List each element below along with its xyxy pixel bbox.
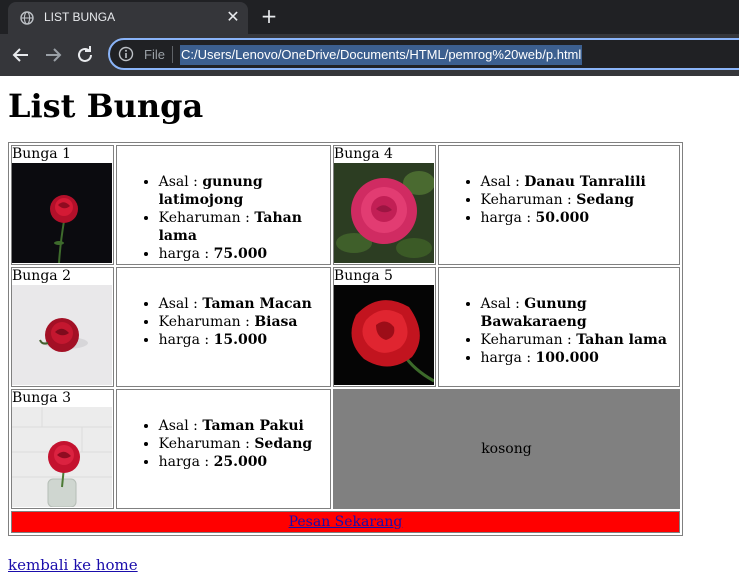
- rose-in-vase-image: [12, 407, 112, 507]
- harga-value: 50.000: [535, 210, 590, 226]
- keharuman-value: Biasa: [254, 314, 298, 330]
- keharuman-value: Tahan lama: [576, 332, 667, 348]
- address-separator: [172, 46, 173, 63]
- list-item: Asal : Taman Macan: [159, 295, 330, 313]
- list-item: Keharuman : Tahan lama: [481, 331, 679, 349]
- address-bar[interactable]: File C:/Users/Lenovo/OneDrive/Documents/…: [108, 38, 739, 70]
- browser-tab[interactable]: LIST BUNGA ✕: [8, 2, 248, 34]
- red-rose-image: [12, 163, 112, 263]
- list-item: Keharuman : Sedang: [159, 435, 330, 453]
- flower-info-cell: Asal : Taman Macan Keharuman : Biasa har…: [115, 267, 331, 387]
- asal-label: Asal :: [158, 174, 203, 190]
- new-tab-icon[interactable]: +: [258, 5, 280, 27]
- table-row: Bunga 3 Asal : Taman Pakui: [11, 389, 680, 509]
- list-item: harga : 15.000: [159, 331, 330, 349]
- harga-label: harga :: [480, 210, 536, 226]
- flower-info-cell: Asal : Gunung Bawakaraeng Keharuman : Ta…: [437, 267, 680, 387]
- flower-name: Bunga 3: [12, 390, 71, 406]
- harga-label: harga :: [158, 332, 214, 348]
- asal-label: Asal :: [480, 174, 525, 190]
- globe-icon: [20, 11, 34, 25]
- info-icon[interactable]: [118, 46, 134, 62]
- asal-label: Asal :: [480, 296, 525, 312]
- list-item: Asal : Gunung Bawakaraeng: [481, 295, 679, 331]
- table-row: Bunga 2 Asal : Taman Macan Keharuman : B…: [11, 267, 680, 387]
- flower-info-list: Asal : gunung latimojong Keharuman : Tah…: [117, 173, 330, 263]
- pink-rose-image: [333, 163, 434, 263]
- list-item: harga : 25.000: [159, 453, 330, 471]
- asal-value: Danau Tanralili: [524, 174, 646, 190]
- keharuman-label: Keharuman :: [158, 210, 255, 226]
- flower-info-cell: Asal : Danau Tanralili Keharuman : Sedan…: [437, 145, 680, 265]
- red-rose-image: [333, 285, 434, 385]
- flower-name: Bunga 2: [12, 268, 71, 284]
- tab-title: LIST BUNGA: [44, 10, 116, 24]
- flower-name: Bunga 5: [333, 268, 393, 284]
- list-item: harga : 75.000: [159, 245, 330, 263]
- flower-info-list: Asal : Taman Pakui Keharuman : Sedang ha…: [117, 417, 330, 471]
- keharuman-value: Sedang: [576, 192, 635, 208]
- harga-value: 75.000: [213, 246, 268, 262]
- list-item: harga : 50.000: [481, 209, 679, 227]
- list-item: Keharuman : Sedang: [481, 191, 679, 209]
- harga-value: 25.000: [213, 454, 268, 470]
- harga-label: harga :: [158, 454, 214, 470]
- url-text[interactable]: C:/Users/Lenovo/OneDrive/Documents/HTML/…: [180, 45, 583, 65]
- flower-info-list: Asal : Gunung Bawakaraeng Keharuman : Ta…: [439, 295, 679, 367]
- flower-info-list: Asal : Danau Tanralili Keharuman : Sedan…: [439, 173, 679, 227]
- table-row: Bunga 1 Asal : gunung latimojong Keharum…: [11, 145, 680, 265]
- list-item: Keharuman : Biasa: [159, 313, 330, 331]
- keharuman-label: Keharuman :: [158, 436, 255, 452]
- flower-cell: Bunga 2: [11, 267, 114, 387]
- close-tab-icon[interactable]: ✕: [224, 8, 242, 26]
- keharuman-label: Keharuman :: [158, 314, 255, 330]
- flower-info-cell: Asal : gunung latimojong Keharuman : Tah…: [115, 145, 331, 265]
- flower-info-cell: Asal : Taman Pakui Keharuman : Sedang ha…: [115, 389, 331, 509]
- harga-label: harga :: [480, 350, 536, 366]
- asal-value: Taman Macan: [202, 296, 312, 312]
- list-item: Asal : gunung latimojong: [159, 173, 330, 209]
- asal-label: Asal :: [158, 296, 203, 312]
- flower-cell: Bunga 4: [332, 145, 436, 265]
- order-now-link[interactable]: Pesan Sekarang: [289, 514, 403, 530]
- harga-label: harga :: [158, 246, 214, 262]
- flower-info-list: Asal : Taman Macan Keharuman : Biasa har…: [117, 295, 330, 349]
- flower-cell: Bunga 1: [11, 145, 114, 265]
- table-row: Pesan Sekarang: [11, 511, 680, 533]
- harga-value: 15.000: [213, 332, 268, 348]
- keharuman-value: Sedang: [254, 436, 313, 452]
- flower-cell: Bunga 3: [11, 389, 114, 509]
- list-item: Asal : Taman Pakui: [159, 417, 330, 435]
- flower-name: Bunga 1: [12, 146, 71, 162]
- asal-label: Asal :: [158, 418, 203, 434]
- reload-icon[interactable]: [72, 42, 98, 68]
- tab-bar: LIST BUNGA ✕ +: [0, 0, 739, 34]
- back-to-home-link[interactable]: kembali ke home: [8, 556, 728, 574]
- file-scheme-label: File: [144, 47, 165, 62]
- browser-toolbar: File C:/Users/Lenovo/OneDrive/Documents/…: [0, 34, 739, 76]
- empty-cell: kosong: [332, 389, 680, 509]
- page-title: List Bunga: [8, 87, 204, 125]
- keharuman-label: Keharuman :: [480, 332, 577, 348]
- flower-table: Bunga 1 Asal : gunung latimojong Keharum…: [8, 142, 683, 536]
- harga-value: 100.000: [535, 350, 599, 366]
- flower-cell: Bunga 5: [332, 267, 436, 387]
- page-content: List Bunga Bunga 1 Asal : gunung latimoj…: [8, 76, 728, 574]
- list-item: harga : 100.000: [481, 349, 679, 367]
- order-bar: Pesan Sekarang: [11, 511, 680, 533]
- red-rose-image: [12, 285, 112, 385]
- asal-value: Taman Pakui: [202, 418, 304, 434]
- back-arrow-icon[interactable]: [8, 42, 34, 68]
- list-item: Keharuman : Tahan lama: [159, 209, 330, 245]
- flower-name: Bunga 4: [333, 146, 393, 162]
- list-item: Asal : Danau Tanralili: [481, 173, 679, 191]
- keharuman-label: Keharuman :: [480, 192, 577, 208]
- forward-arrow-icon[interactable]: [40, 42, 66, 68]
